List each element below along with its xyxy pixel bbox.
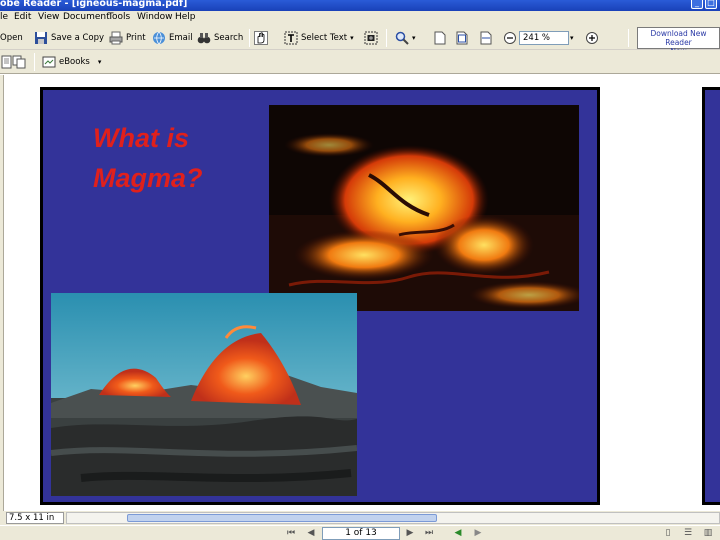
print-label: Print xyxy=(126,33,146,43)
scrollbar-thumb[interactable] xyxy=(127,514,437,522)
binoculars-icon xyxy=(197,31,211,45)
pdf-page: What is Magma? xyxy=(40,87,600,505)
email-button[interactable]: Email xyxy=(152,30,193,46)
print-button[interactable]: Print xyxy=(109,30,146,46)
navigation-bar: ⏮ ◀ 1 of 13 ▶ ⏭ ◀ ▶ ▯ ☰ ▥ xyxy=(0,525,720,540)
title-bar: obe Reader - [igneous-magma.pdf] _ □ xyxy=(0,0,720,11)
horizontal-scrollbar[interactable] xyxy=(66,512,720,524)
hand-icon xyxy=(254,31,268,45)
chevron-down-icon[interactable]: ▾ xyxy=(570,34,574,42)
open-label: Open xyxy=(0,33,23,43)
maximize-button[interactable]: □ xyxy=(705,0,717,9)
page-number-field[interactable]: 1 of 13 xyxy=(322,527,400,540)
menu-view[interactable]: View xyxy=(38,12,59,22)
chevron-down-icon[interactable]: ▾ xyxy=(350,34,354,42)
email-label: Email xyxy=(169,33,193,43)
next-pdf-page xyxy=(702,87,720,505)
next-page-icon[interactable]: ▶ xyxy=(404,528,416,539)
download-line1: Download New Reader xyxy=(650,29,707,47)
secondary-toolbar: eBooks ▾ xyxy=(0,50,720,74)
toolbar-separator xyxy=(249,29,250,47)
ebooks-button[interactable]: eBooks ▾ xyxy=(42,54,101,70)
actual-size-button[interactable] xyxy=(433,30,447,46)
lava-fountain-photo xyxy=(51,293,357,496)
slide-title-line2: Magma? xyxy=(93,163,203,193)
first-page-icon[interactable]: ⏮ xyxy=(285,528,297,539)
save-copy-label: Save a Copy xyxy=(51,33,105,43)
minimize-button[interactable]: _ xyxy=(691,0,703,9)
text-select-icon xyxy=(284,31,298,45)
minus-circle-icon xyxy=(503,31,517,45)
magnifier-icon xyxy=(395,31,409,45)
go-back-icon[interactable]: ◀ xyxy=(452,528,464,539)
menu-help[interactable]: Help xyxy=(175,12,196,22)
pages-button[interactable] xyxy=(12,54,26,70)
document-view[interactable]: What is Magma? xyxy=(0,75,720,511)
zoom-tool-button[interactable]: ▾ xyxy=(395,30,416,46)
toolbar-separator xyxy=(34,53,35,71)
email-globe-icon xyxy=(152,31,166,45)
save-copy-button[interactable]: Save a Copy xyxy=(34,30,104,46)
ebooks-label: eBooks xyxy=(59,57,90,67)
window-title: obe Reader - [igneous-magma.pdf] xyxy=(0,0,188,9)
camera-icon xyxy=(364,31,378,45)
slide-title-line1: What is xyxy=(93,123,190,153)
single-page-icon[interactable]: ▯ xyxy=(662,528,674,539)
toolbar-separator xyxy=(628,29,629,47)
menu-bar: le Edit View Document Tools Window Help xyxy=(0,11,720,26)
menu-tools[interactable]: Tools xyxy=(108,12,130,22)
last-page-icon[interactable]: ⏭ xyxy=(423,528,435,539)
zoom-in-button[interactable] xyxy=(585,30,599,46)
continuous-page-icon[interactable]: ☰ xyxy=(682,528,694,539)
select-text-button[interactable]: Select Text ▾ xyxy=(284,30,354,46)
open-button[interactable]: Open xyxy=(0,30,23,46)
page-actual-size-icon xyxy=(433,31,447,45)
previous-page-icon[interactable]: ◀ xyxy=(305,528,317,539)
copy-pages-icon xyxy=(12,55,26,69)
page-fit-width-icon xyxy=(479,31,493,45)
toolbar-separator xyxy=(386,29,387,47)
navigation-pane-strip[interactable] xyxy=(0,75,4,511)
snapshot-button[interactable] xyxy=(364,30,378,46)
chevron-down-icon[interactable]: ▾ xyxy=(98,58,102,66)
zoom-dropdown[interactable]: ▾ xyxy=(570,30,574,46)
download-reader-button[interactable]: Download New Reader Now xyxy=(637,27,720,56)
select-text-label: Select Text xyxy=(301,33,348,43)
main-toolbar: Open Save a Copy Print Email Search Sele… xyxy=(0,26,720,56)
search-button[interactable]: Search xyxy=(197,30,243,46)
status-bar: 7.5 x 11 in xyxy=(0,511,720,525)
floppy-disk-icon xyxy=(34,31,48,45)
plus-circle-icon xyxy=(585,31,599,45)
hand-tool-button[interactable] xyxy=(254,30,268,46)
menu-edit[interactable]: Edit xyxy=(14,12,31,22)
go-forward-icon[interactable]: ▶ xyxy=(472,528,484,539)
facing-pages-icon[interactable]: ▥ xyxy=(702,528,714,539)
zoom-out-button[interactable] xyxy=(503,30,517,46)
page-fit-icon xyxy=(455,31,469,45)
printer-icon xyxy=(109,31,123,45)
menu-document[interactable]: Document xyxy=(63,12,110,22)
lava-flow-photo xyxy=(269,105,579,311)
menu-file[interactable]: le xyxy=(0,12,8,22)
fit-width-button[interactable] xyxy=(479,30,493,46)
slide-title: What is Magma? xyxy=(93,118,253,198)
ebook-icon xyxy=(42,55,56,69)
chevron-down-icon[interactable]: ▾ xyxy=(412,34,416,42)
search-label: Search xyxy=(214,33,244,43)
menu-window[interactable]: Window xyxy=(137,12,173,22)
zoom-level-field[interactable]: 241 % xyxy=(519,31,569,45)
page-size-field: 7.5 x 11 in xyxy=(6,512,64,524)
fit-page-button[interactable] xyxy=(455,30,469,46)
